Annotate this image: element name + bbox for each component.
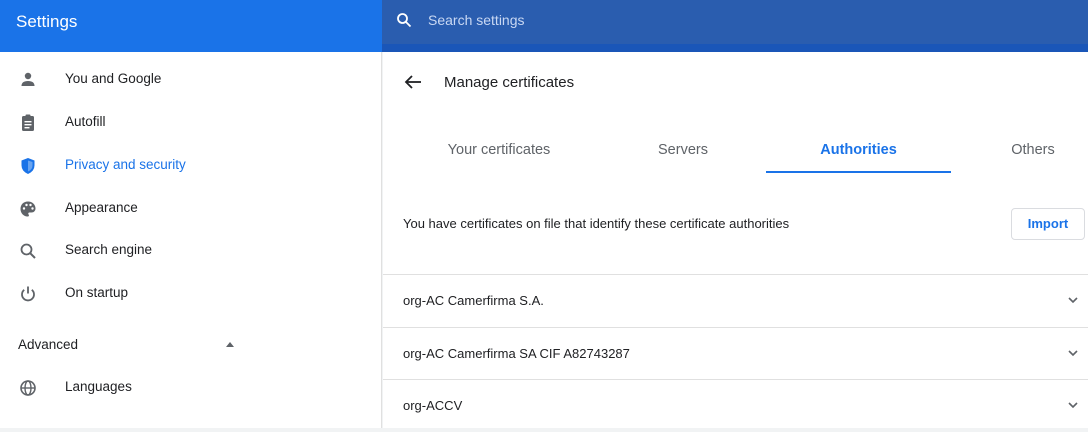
sidebar-item-label: Search engine [65,242,153,257]
chevron-down-icon[interactable] [1067,348,1079,358]
chevron-down-icon[interactable] [1067,400,1079,410]
palette-icon [20,201,36,217]
search-icon [20,243,36,259]
certificate-name: org-AC Camerfirma SA CIF A82743287 [403,346,630,361]
sidebar-item-label: Autofill [65,114,106,129]
certificate-name: org-ACCV [403,398,463,413]
search-input[interactable]: Search settings [428,12,525,28]
sidebar-item-you-and-google[interactable]: You and Google [0,60,382,100]
tab-label: Servers [658,142,708,158]
sidebar-item-languages[interactable]: Languages [0,368,382,408]
sidebar-item-label: Languages [65,379,132,394]
clipboard-icon [22,114,34,131]
app-title: Settings [16,12,78,31]
tab-others[interactable]: Others [983,142,1083,176]
sidebar-item-search-engine[interactable]: Search engine [0,231,382,271]
chevron-down-icon[interactable] [1067,295,1079,305]
main-panel: Manage certificates Your certificates Se… [383,52,1088,428]
active-tab-indicator [766,171,951,173]
sidebar-item-privacy-and-security[interactable]: Privacy and security [0,146,382,186]
description-text: You have certificates on file that ident… [403,216,790,231]
advanced-label: Advanced [18,337,79,352]
search-box[interactable]: Search settings [382,0,1088,44]
certificate-row[interactable]: org-AC Camerfirma S.A. [383,275,1088,327]
tab-label: Authorities [820,142,897,158]
person-icon [21,72,35,86]
sidebar-item-label: On startup [65,285,129,300]
sidebar-item-label: Appearance [65,200,138,215]
globe-icon [20,380,36,396]
tab-label: Others [1011,142,1055,158]
header-left: Settings [0,0,382,52]
tab-servers[interactable]: Servers [583,142,783,176]
sidebar: You and Google Autofill Privacy and secu… [0,52,382,428]
caret-up-icon [226,342,234,347]
import-button[interactable]: Import [1011,208,1085,240]
power-icon [21,286,35,302]
sidebar-item-label: You and Google [65,71,162,86]
search-icon [397,13,412,28]
certificate-row[interactable]: org-AC Camerfirma SA CIF A82743287 [383,328,1088,380]
tab-your-certificates[interactable]: Your certificates [399,142,599,176]
sidebar-divider [381,52,382,428]
sidebar-item-label: Privacy and security [65,157,186,172]
tab-label: Your certificates [447,142,551,158]
page-title: Manage certificates [444,74,575,91]
sidebar-item-appearance[interactable]: Appearance [0,189,382,229]
header-strip [382,44,1088,52]
sidebar-item-on-startup[interactable]: On startup [0,274,382,314]
certificate-row[interactable]: org-ACCV [383,380,1088,432]
certificate-name: org-AC Camerfirma S.A. [403,293,544,308]
shield-icon [21,158,35,174]
advanced-toggle[interactable]: Advanced [0,326,382,366]
sidebar-item-autofill[interactable]: Autofill [0,103,382,143]
back-arrow-icon[interactable] [403,74,423,90]
